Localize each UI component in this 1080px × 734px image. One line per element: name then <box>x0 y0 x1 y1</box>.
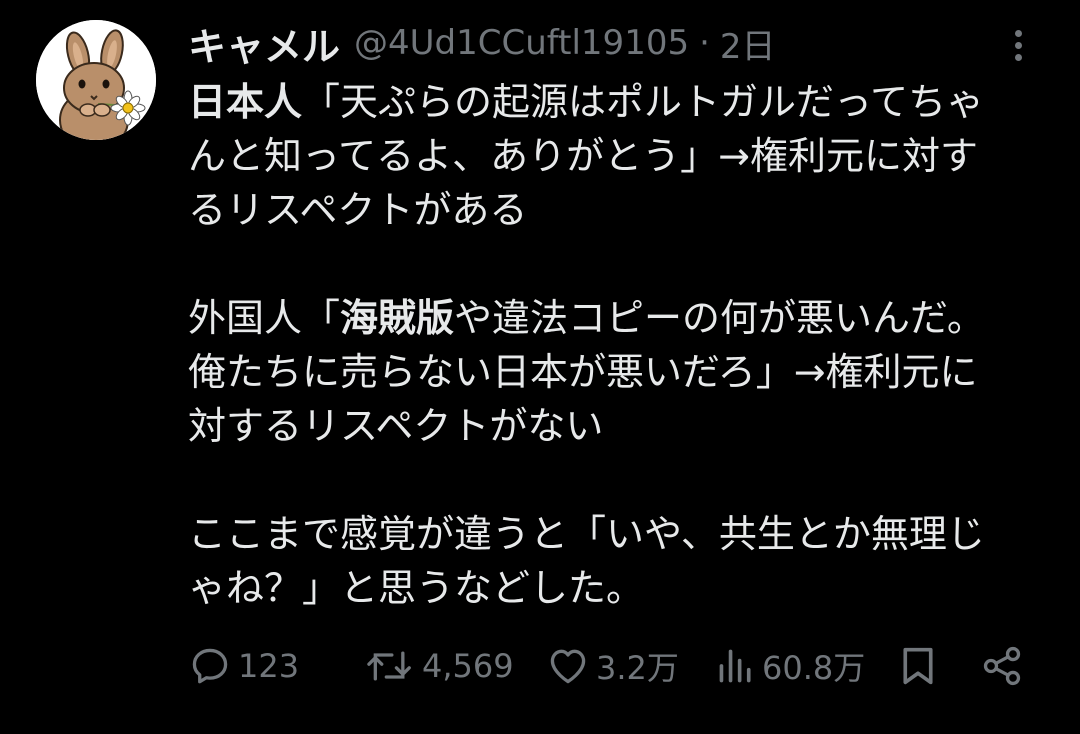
tweet-header: キャメル @4Ud1CCuftl19105 · 2日 <box>188 16 776 71</box>
repost-count: 4,569 <box>422 647 514 685</box>
paragraph-break <box>188 237 1048 291</box>
action-bar: 123 4,569 3.2万 60.8万 <box>188 640 1038 692</box>
reply-count: 123 <box>238 647 300 685</box>
share-button[interactable] <box>980 640 1024 692</box>
heart-icon <box>550 649 586 684</box>
bold-text: 日本人 <box>188 80 303 124</box>
text-segment: や違法コピーの何が悪いんだ。 <box>454 296 985 340</box>
more-options-icon[interactable] <box>1004 26 1034 66</box>
text-line-1: 日本人「天ぷらの起源はポルトガルだってちゃ <box>188 75 1048 129</box>
reply-icon <box>192 648 228 684</box>
repost-icon <box>367 651 411 681</box>
repost-button[interactable]: 4,569 <box>364 640 514 692</box>
paragraph-break <box>188 453 1048 507</box>
text-line-3: るリスペクトがある <box>188 188 528 232</box>
bookmark-icon <box>903 647 933 685</box>
tweet: キャメル @4Ud1CCuftl19105 · 2日 日本人「天ぷらの起源はポル… <box>0 0 1080 734</box>
text-line-2: んと知ってるよ、ありがとう」→権利元に対す <box>188 134 978 178</box>
text-segment: 「天ぷらの起源はポルトガルだってちゃ <box>302 80 985 124</box>
views-button[interactable]: 60.8万 <box>716 640 865 692</box>
text-line-5: 外国人「海賊版や違法コピーの何が悪いんだ。 <box>188 291 1048 345</box>
views-count: 60.8万 <box>762 649 866 687</box>
like-button[interactable]: 3.2万 <box>546 640 679 692</box>
share-icon <box>983 646 1021 686</box>
separator-dot: · <box>699 23 710 63</box>
bold-text: 海賊版 <box>340 296 455 340</box>
text-line-10: ゃね？」と思うなどした。 <box>188 566 645 610</box>
avatar[interactable] <box>36 20 156 140</box>
text-line-9: ここまで感覚が違うと「いや、共生とか無理じ <box>188 512 985 556</box>
tweet-text: 日本人「天ぷらの起源はポルトガルだってちゃ んと知ってるよ、ありがとう」→権利元… <box>188 75 1048 615</box>
like-count: 3.2万 <box>596 649 679 687</box>
bookmark-button[interactable] <box>898 640 938 692</box>
rabbit-with-daisy-avatar-icon <box>36 20 156 140</box>
reply-button[interactable]: 123 <box>188 640 299 692</box>
text-segment: 外国人「 <box>188 296 341 340</box>
text-line-7: 対するリスペクトがない <box>188 404 604 448</box>
post-time[interactable]: 2日 <box>720 19 776 68</box>
display-name[interactable]: キャメル <box>188 16 340 71</box>
text-line-6: 俺たちに売らない日本が悪いだろ」→権利元に <box>188 350 978 394</box>
views-bar-icon <box>719 649 751 683</box>
user-handle[interactable]: @4Ud1CCuftl19105 <box>354 23 689 63</box>
